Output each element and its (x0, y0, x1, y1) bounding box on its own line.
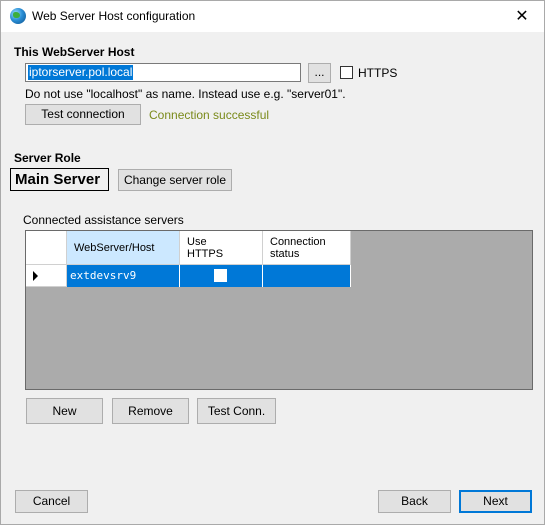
back-button[interactable]: Back (378, 490, 451, 513)
globe-icon (10, 8, 26, 24)
column-header-status-line2: status (270, 248, 300, 260)
window-title: Web Server Host configuration (32, 9, 196, 23)
change-server-role-button[interactable]: Change server role (118, 169, 232, 191)
cell-connection-status[interactable] (263, 265, 351, 287)
test-conn-button[interactable]: Test Conn. (197, 398, 276, 424)
row-https-checkbox[interactable] (214, 269, 227, 282)
dialog-window: Web Server Host configuration ✕ This Web… (0, 0, 545, 525)
close-icon[interactable]: ✕ (500, 1, 544, 32)
remove-button[interactable]: Remove (112, 398, 189, 424)
next-button[interactable]: Next (459, 490, 532, 513)
column-header-https-line1: Use (187, 236, 207, 248)
browse-button[interactable]: ... (308, 63, 331, 83)
current-row-arrow-icon (33, 271, 38, 281)
grid-corner-cell (26, 231, 67, 265)
host-hint: Do not use "localhost" as name. Instead … (25, 87, 346, 101)
assistance-servers-label: Connected assistance servers (23, 213, 184, 227)
cancel-button[interactable]: Cancel (15, 490, 88, 513)
new-button[interactable]: New (26, 398, 103, 424)
column-header-status[interactable]: Connection status (263, 231, 351, 265)
connection-status-text: Connection successful (149, 108, 270, 122)
host-input[interactable]: iptorserver.pol.local (25, 63, 301, 82)
cell-use-https[interactable] (180, 265, 263, 287)
https-checkbox[interactable] (340, 66, 353, 79)
host-section-title: This WebServer Host (14, 45, 135, 59)
assistance-servers-grid[interactable]: WebServer/Host Use HTTPS Connection stat… (25, 230, 533, 390)
column-header-https[interactable]: Use HTTPS (180, 231, 263, 265)
column-header-host[interactable]: WebServer/Host (67, 231, 180, 265)
test-connection-button[interactable]: Test connection (25, 104, 141, 125)
grid-header: WebServer/Host Use HTTPS Connection stat… (26, 231, 351, 265)
column-header-status-line1: Connection (270, 236, 326, 248)
table-row[interactable]: extdevsrv9 (26, 265, 351, 287)
server-role-value: Main Server (10, 168, 109, 191)
row-header-cell[interactable] (26, 265, 67, 287)
role-section-title: Server Role (14, 151, 81, 165)
column-header-https-line2: HTTPS (187, 248, 224, 260)
title-bar[interactable]: Web Server Host configuration ✕ (1, 1, 544, 32)
cell-host[interactable]: extdevsrv9 (67, 265, 180, 287)
host-input-value: iptorserver.pol.local (28, 65, 134, 80)
https-label: HTTPS (358, 66, 398, 80)
